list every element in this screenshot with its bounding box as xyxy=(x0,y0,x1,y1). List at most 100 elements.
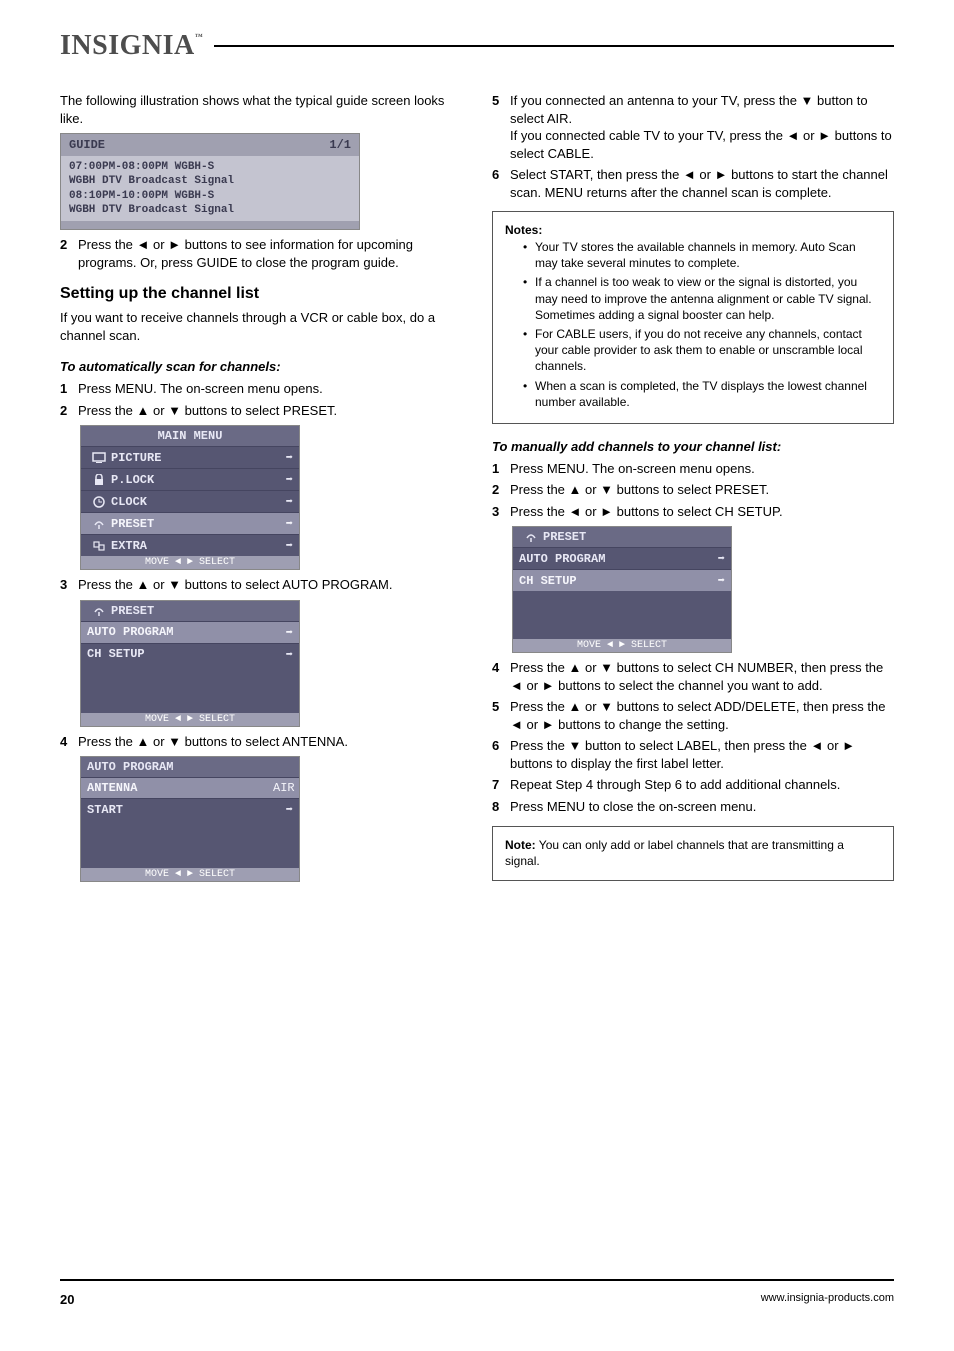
arrow-icon: ➡ xyxy=(273,647,293,662)
arrow-icon: ➡ xyxy=(273,538,293,553)
lock-icon xyxy=(87,474,111,486)
note-item: Your TV stores the available channels in… xyxy=(535,239,881,271)
step-text: Press the ◄ or ► buttons to see informat… xyxy=(78,236,462,271)
step-number: 8 xyxy=(492,798,510,816)
menu-footer: MOVE ◄ ► SELECT xyxy=(513,639,731,652)
menu-item-label: START xyxy=(87,803,273,817)
menu-item-value: AIR xyxy=(273,781,293,795)
step-text: Press the ▲ or ▼ buttons to select PRESE… xyxy=(78,402,462,420)
menu-item-label: CH SETUP xyxy=(519,574,705,588)
clock-icon xyxy=(87,496,111,508)
left-column: The following illustration shows what th… xyxy=(60,92,462,891)
intro-text: The following illustration shows what th… xyxy=(60,92,462,127)
step-number: 6 xyxy=(492,166,510,201)
step-text: Press the ▲ or ▼ buttons to select CH NU… xyxy=(510,659,894,694)
bullet-icon: • xyxy=(523,326,535,375)
step-text: Press the ▲ or ▼ buttons to select AUTO … xyxy=(78,576,462,594)
menu-footer: MOVE ◄ ► SELECT xyxy=(81,556,299,569)
step-text-line: If you connected an antenna to your TV, … xyxy=(510,93,868,126)
menu-title: PRESET xyxy=(543,530,586,544)
step-number: 1 xyxy=(60,380,78,398)
step-number: 1 xyxy=(492,460,510,478)
auto-scan-heading: To automatically scan for channels: xyxy=(60,358,462,376)
autoprogram-menu-screenshot: AUTO PROGRAM ANTENNAAIR START➡ MOVE ◄ ► … xyxy=(80,756,300,882)
extra-icon xyxy=(87,540,111,552)
step-text: Press the ▲ or ▼ buttons to select ANTEN… xyxy=(78,733,462,751)
arrow-icon: ➡ xyxy=(273,450,293,465)
bullet-icon: • xyxy=(523,274,535,323)
notes-box: Notes: •Your TV stores the available cha… xyxy=(492,211,894,424)
logo-tm: ™ xyxy=(195,32,204,41)
menu-item-label: EXTRA xyxy=(111,539,273,553)
step-text: Select START, then press the ◄ or ► butt… xyxy=(510,166,894,201)
step-text: Press MENU. The on-screen menu opens. xyxy=(510,460,894,478)
preset-menu-screenshot: PRESET AUTO PROGRAM➡ CH SETUP➡ MOVE ◄ ► … xyxy=(80,600,300,727)
menu-title: MAIN MENU xyxy=(158,429,223,443)
menu-item-label: AUTO PROGRAM xyxy=(519,552,705,566)
step-number: 4 xyxy=(60,733,78,751)
note-text: You can only add or label channels that … xyxy=(505,838,844,869)
step-number: 5 xyxy=(492,698,510,733)
arrow-icon: ➡ xyxy=(273,472,293,487)
preset-menu2-screenshot: PRESET AUTO PROGRAM➡ CH SETUP➡ MOVE ◄ ► … xyxy=(512,526,732,653)
menu-item-label: AUTO PROGRAM xyxy=(87,625,273,639)
step-text: Repeat Step 4 through Step 6 to add addi… xyxy=(510,776,894,794)
caution-text: If you want to receive channels through … xyxy=(60,309,462,344)
section-title: Setting up the channel list xyxy=(60,285,462,303)
step-number: 5 xyxy=(492,92,510,162)
menu-blank-area xyxy=(513,591,731,639)
step-number: 2 xyxy=(60,236,78,271)
bullet-icon: • xyxy=(523,378,535,410)
manual-add-heading: To manually add channels to your channel… xyxy=(492,438,894,456)
picture-icon xyxy=(87,452,111,464)
bullet-icon: • xyxy=(523,239,535,271)
menu-item-label: CH SETUP xyxy=(87,647,273,661)
brand-logo: INSIGNIA™ xyxy=(60,30,203,62)
page-number: 20 xyxy=(60,1292,74,1307)
note-label: Note: xyxy=(505,838,536,852)
logo-text: INSIGNIA xyxy=(60,30,195,61)
menu-footer: MOVE ◄ ► SELECT xyxy=(81,713,299,726)
guide-line: WGBH DTV Broadcast Signal xyxy=(69,203,351,217)
note-item: For CABLE users, if you do not receive a… xyxy=(535,326,881,375)
preset-icon xyxy=(87,605,111,617)
guide-line: 08:10PM-10:00PM WGBH-S xyxy=(69,189,351,203)
main-menu-screenshot: MAIN MENU PICTURE➡ P.LOCK➡ CLOCK➡ PRESET… xyxy=(80,425,300,570)
arrow-icon: ➡ xyxy=(273,802,293,817)
preset-icon xyxy=(87,518,111,530)
menu-title: AUTO PROGRAM xyxy=(87,760,173,774)
step-text-line: If you connected cable TV to your TV, pr… xyxy=(510,128,892,161)
notes-label: Notes: xyxy=(505,223,542,237)
step-text: Press MENU. The on-screen menu opens. xyxy=(78,380,462,398)
menu-title: PRESET xyxy=(111,604,154,618)
guide-page: 1/1 xyxy=(329,138,351,152)
arrow-icon: ➡ xyxy=(273,625,293,640)
step-number: 2 xyxy=(492,481,510,499)
menu-blank-area xyxy=(81,820,299,868)
note-item: When a scan is completed, the TV display… xyxy=(535,378,881,410)
menu-item-label: P.LOCK xyxy=(111,473,273,487)
arrow-icon: ➡ xyxy=(273,494,293,509)
footer-link: www.insignia-products.com xyxy=(761,1292,894,1307)
guide-screenshot: GUIDE 1/1 07:00PM-08:00PM WGBH-S WGBH DT… xyxy=(60,133,360,230)
menu-item-label: ANTENNA xyxy=(87,781,273,795)
menu-item-label: PRESET xyxy=(111,517,273,531)
arrow-icon: ➡ xyxy=(705,551,725,566)
note-box-single: Note: You can only add or label channels… xyxy=(492,826,894,882)
guide-footer-bar xyxy=(61,221,359,229)
step-number: 7 xyxy=(492,776,510,794)
footer-rule xyxy=(60,1279,894,1281)
step-text: Press the ▲ or ▼ buttons to select ADD/D… xyxy=(510,698,894,733)
preset-icon xyxy=(519,531,543,543)
step-text: Press MENU to close the on-screen menu. xyxy=(510,798,894,816)
step-text: Press the ◄ or ► buttons to select CH SE… xyxy=(510,503,894,521)
guide-line: 07:00PM-08:00PM WGBH-S xyxy=(69,160,351,174)
menu-item-label: CLOCK xyxy=(111,495,273,509)
arrow-icon: ➡ xyxy=(705,573,725,588)
step-text: Press the ▲ or ▼ buttons to select PRESE… xyxy=(510,481,894,499)
menu-item-label: PICTURE xyxy=(111,451,273,465)
step-text: Press the ▼ button to select LABEL, then… xyxy=(510,737,894,772)
menu-blank-area xyxy=(81,665,299,713)
menu-footer: MOVE ◄ ► SELECT xyxy=(81,868,299,881)
note-item: If a channel is too weak to view or the … xyxy=(535,274,881,323)
